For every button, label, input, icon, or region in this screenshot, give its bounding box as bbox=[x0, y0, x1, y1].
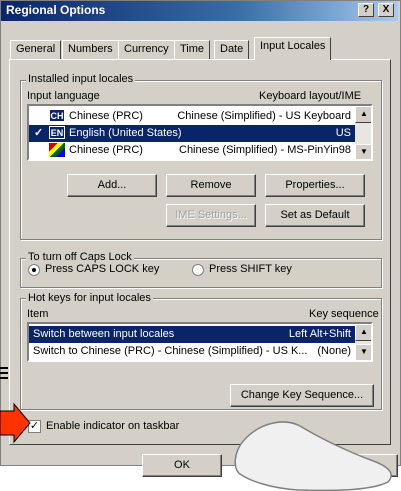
pointer-arrow-icon bbox=[0, 402, 31, 444]
tab-input-locales[interactable]: Input Locales bbox=[254, 37, 332, 60]
annotation-lines bbox=[0, 367, 8, 379]
annotation-overlay bbox=[0, 367, 392, 491]
callout-bubble bbox=[234, 421, 392, 491]
